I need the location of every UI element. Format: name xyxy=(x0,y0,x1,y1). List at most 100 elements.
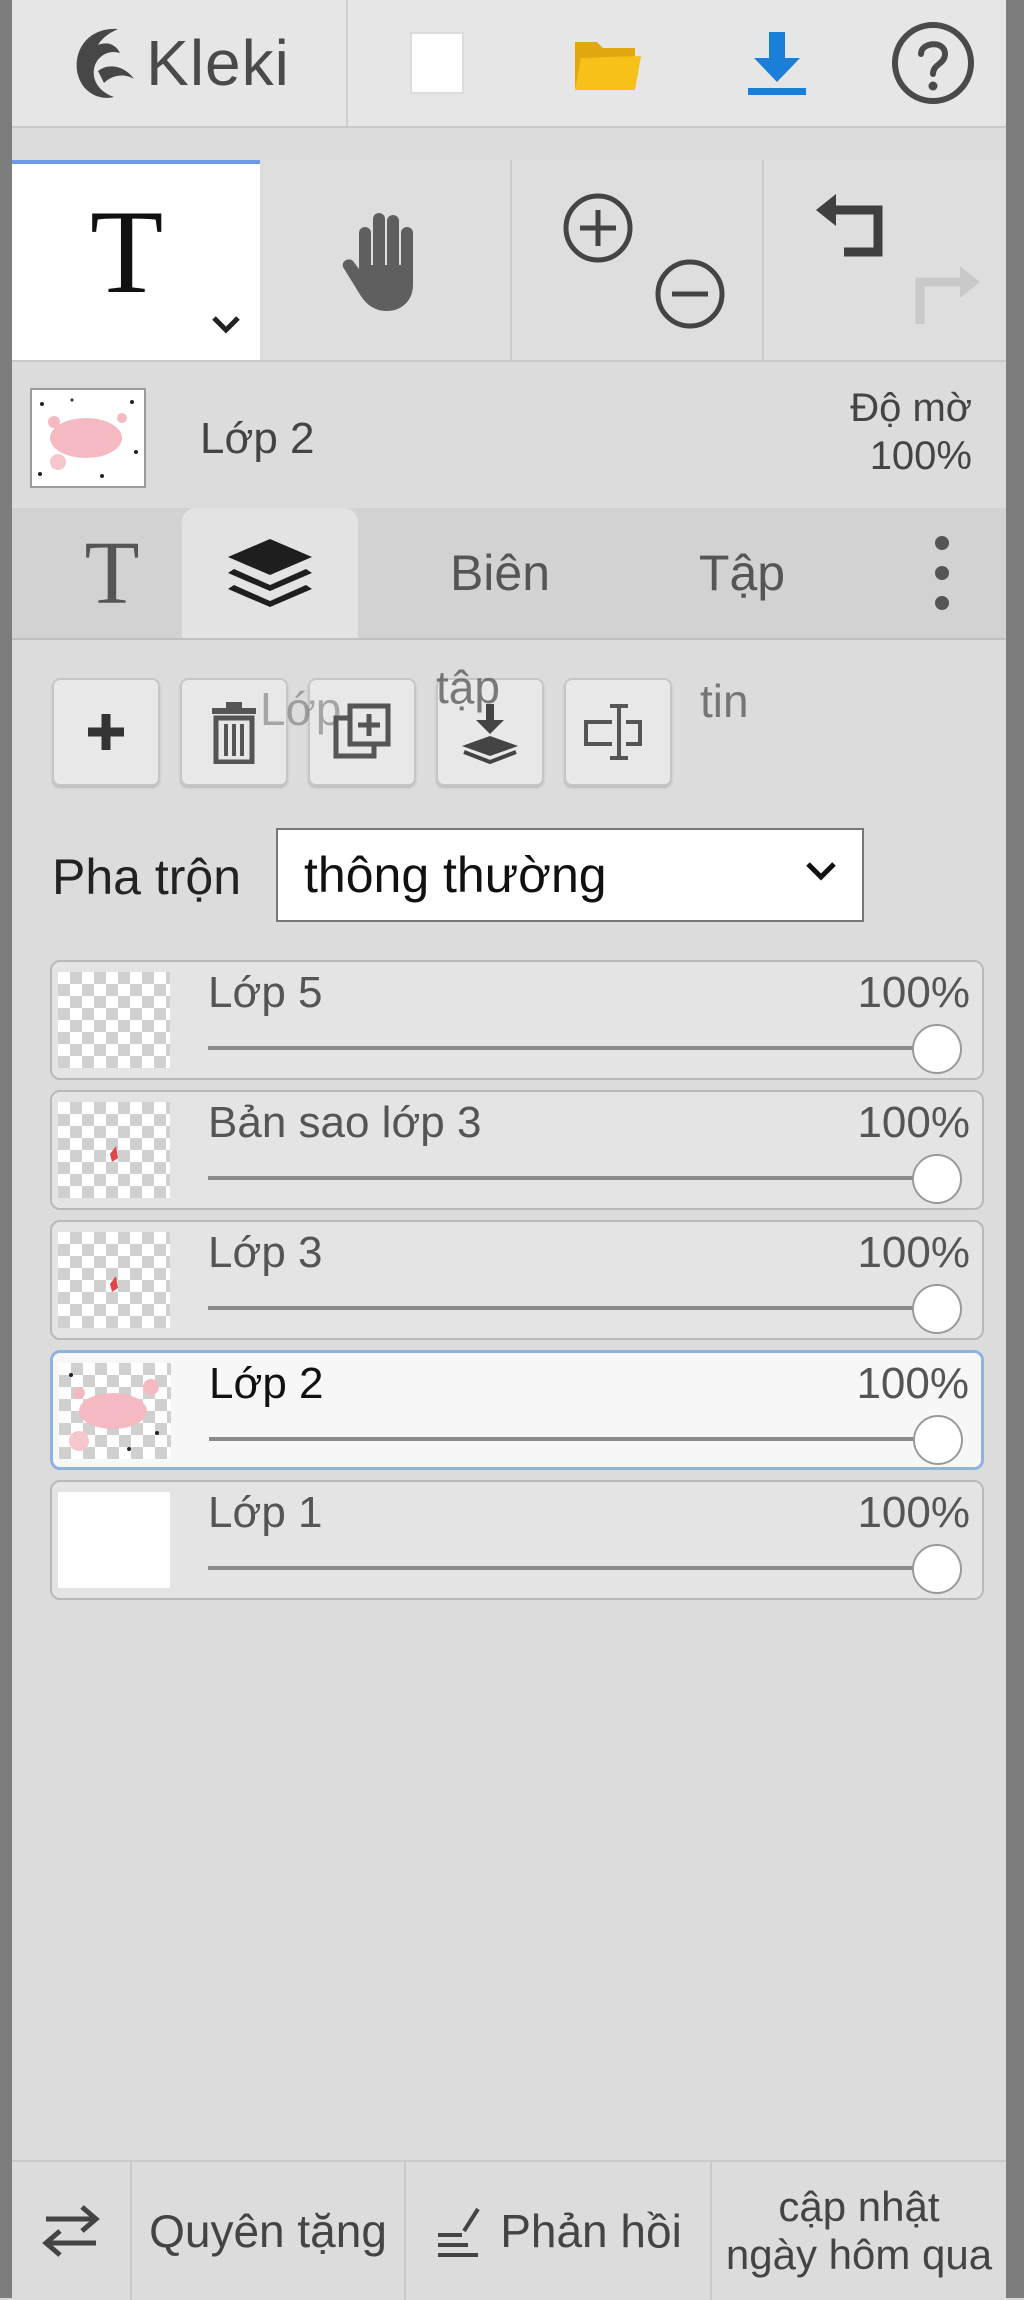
opacity-value: 100% xyxy=(869,434,972,478)
layer-name: Lớp 2 xyxy=(209,1359,324,1408)
rename-layer-icon xyxy=(584,704,642,760)
update-line-2: ngày hôm qua xyxy=(725,2231,993,2278)
tool-row: T xyxy=(12,160,1006,362)
donate-label: Quyên tặng xyxy=(149,2205,387,2257)
opacity-slider-handle[interactable] xyxy=(912,1024,962,1074)
blend-mode-select[interactable]: thông thường xyxy=(276,828,864,922)
layer-opacity: 100% xyxy=(857,1098,970,1147)
blend-mode-label: Pha trộn xyxy=(52,849,242,905)
tab-more[interactable] xyxy=(892,508,992,638)
download-icon xyxy=(748,32,806,95)
panel-tabs: T Biên Tập xyxy=(12,508,1006,640)
update-line-1: cập nhật xyxy=(778,2183,940,2230)
open-folder-icon xyxy=(575,42,641,90)
tab-layers[interactable] xyxy=(182,508,358,638)
current-layer-opacity: Độ mờ 100% xyxy=(792,384,972,480)
opacity-slider-handle[interactable] xyxy=(913,1415,963,1465)
layer-thumbnail xyxy=(58,972,170,1068)
save-button[interactable] xyxy=(702,0,852,126)
zoom-in-icon[interactable] xyxy=(560,190,636,266)
layer-thumbnail xyxy=(58,1102,170,1198)
opacity-slider-track[interactable] xyxy=(209,1437,925,1441)
history-controls xyxy=(764,160,1006,360)
tab-file-label: Tập xyxy=(698,545,786,601)
layer-name: Bản sao lớp 3 xyxy=(208,1098,482,1147)
swap-side-button[interactable] xyxy=(12,2162,132,2300)
opacity-slider-track[interactable] xyxy=(208,1046,926,1050)
zoom-out-icon[interactable] xyxy=(652,256,728,332)
current-layer-thumbnail[interactable] xyxy=(30,388,146,488)
text-tool-icon: T xyxy=(90,185,164,318)
layer-opacity: 100% xyxy=(857,1228,970,1277)
tab-edit[interactable]: Biên xyxy=(400,508,600,638)
hand-icon xyxy=(342,213,413,311)
chevron-down-icon[interactable] xyxy=(210,314,242,336)
changelog-link[interactable]: cập nhật ngày hôm qua xyxy=(712,2162,1006,2300)
opacity-label: Độ mờ xyxy=(850,386,972,430)
tab-file[interactable]: Tập xyxy=(642,508,842,638)
undo-icon[interactable] xyxy=(812,192,898,262)
donate-button[interactable]: Quyên tặng xyxy=(132,2162,406,2300)
layer-name: Lớp 5 xyxy=(208,968,323,1017)
redo-icon[interactable] xyxy=(904,260,984,330)
rename-layer-button[interactable] xyxy=(564,678,672,786)
kleki-logo-icon xyxy=(76,28,135,98)
layer-row[interactable]: Lớp 3 100% xyxy=(50,1220,984,1340)
layer-opacity: 100% xyxy=(857,1488,970,1537)
tab-edit-label: Biên xyxy=(449,545,551,601)
window-border-right xyxy=(1006,0,1024,2298)
layer-row[interactable]: Lớp 2 100% xyxy=(50,1350,984,1470)
layers-icon xyxy=(228,539,312,607)
bottom-bar: Quyên tặng Phản hồi cập nhật ngày hôm qu… xyxy=(12,2160,1006,2300)
layer-row[interactable]: Bản sao lớp 3 100% xyxy=(50,1090,984,1210)
more-vertical-icon xyxy=(935,536,949,610)
layer-opacity: 100% xyxy=(856,1359,969,1408)
layer-row[interactable]: Lớp 5 100% xyxy=(50,960,984,1080)
opacity-slider-track[interactable] xyxy=(208,1566,926,1570)
text-tab-icon: T xyxy=(84,523,140,623)
layer-name: Lớp 3 xyxy=(208,1228,323,1277)
tooltip-ghost-text: Lớp xyxy=(260,683,342,735)
opacity-slider-track[interactable] xyxy=(208,1306,926,1310)
window-border-left xyxy=(0,0,12,2298)
layer-name: Lớp 1 xyxy=(208,1488,323,1537)
kleki-side-panel: Kleki T Lớp 2 Độ mờ 100% T Biên Tập Lớp … xyxy=(12,0,1006,2300)
layer-row[interactable]: Lớp 1 100% xyxy=(50,1480,984,1600)
open-file-button[interactable] xyxy=(532,0,682,126)
hand-tool-button[interactable] xyxy=(260,160,512,360)
layer-thumbnail xyxy=(58,1232,170,1328)
pink-blob-thumbnail xyxy=(32,390,144,486)
new-image-button[interactable] xyxy=(362,0,512,126)
current-layer-name: Lớp 2 xyxy=(200,414,315,463)
add-layer-button[interactable] xyxy=(52,678,160,786)
layer-opacity: 100% xyxy=(857,968,970,1017)
tooltip-ghost-text: tập xyxy=(436,661,500,713)
zoom-controls xyxy=(512,160,764,360)
help-button[interactable] xyxy=(858,0,1008,126)
layer-thumbnail xyxy=(59,1363,171,1459)
opacity-slider-track[interactable] xyxy=(208,1176,926,1180)
top-bar: Kleki xyxy=(12,0,1006,128)
tab-text[interactable]: T xyxy=(52,508,172,638)
blend-mode-row: Pha trộn thông thường xyxy=(12,820,1006,930)
swap-arrows-icon xyxy=(42,2205,100,2257)
layer-thumbnail xyxy=(58,1492,170,1588)
current-layer-info: Lớp 2 Độ mờ 100% xyxy=(12,362,1006,490)
kleki-logo[interactable]: Kleki xyxy=(12,0,348,126)
feedback-label: Phản hồi xyxy=(500,2205,682,2257)
new-file-icon xyxy=(410,32,464,94)
add-layer-icon xyxy=(88,714,124,750)
app-name: Kleki xyxy=(146,27,290,99)
layer-toolbar: Lớp tập tin xyxy=(12,660,1006,800)
chevron-down-icon xyxy=(806,862,836,881)
tooltip-ghost-text: tin xyxy=(700,675,749,727)
opacity-slider-handle[interactable] xyxy=(912,1154,962,1204)
text-tool-button[interactable]: T xyxy=(12,160,260,360)
delete-layer-icon xyxy=(212,702,256,764)
opacity-slider-handle[interactable] xyxy=(912,1544,962,1594)
blend-mode-value: thông thường xyxy=(304,847,607,903)
opacity-slider-handle[interactable] xyxy=(912,1284,962,1334)
help-icon xyxy=(892,22,974,104)
feedback-pen-icon xyxy=(438,2207,480,2257)
feedback-button[interactable]: Phản hồi xyxy=(406,2162,712,2300)
